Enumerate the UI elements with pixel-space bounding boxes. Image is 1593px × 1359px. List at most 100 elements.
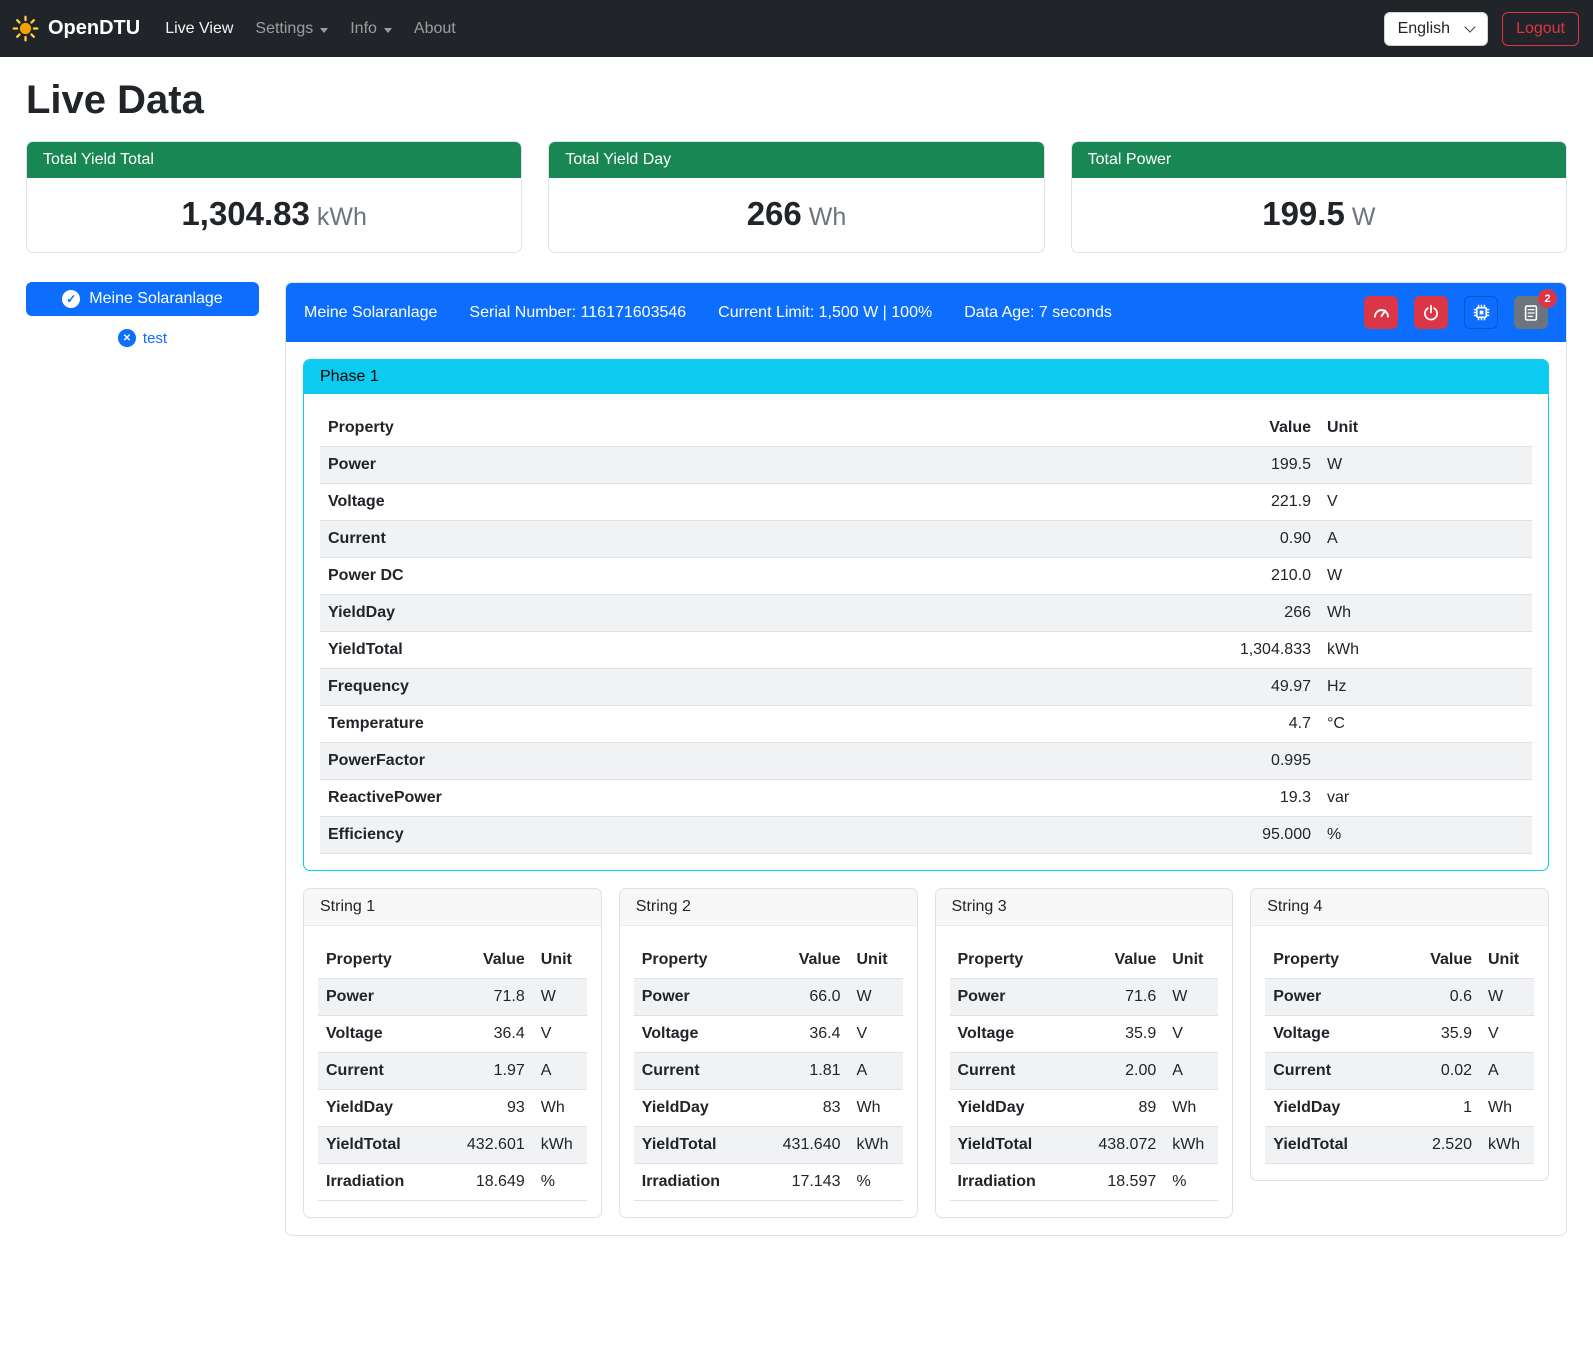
inverter-test-label: test: [143, 330, 167, 347]
string-3-table-body: Power 71.6 W Voltage 35.9: [950, 979, 1219, 1201]
property-cell: Irradiation: [950, 1164, 1079, 1201]
unit-cell: Wh: [1319, 595, 1532, 632]
property-cell: Current: [320, 521, 1169, 558]
table-header-row: Property Value Unit: [950, 942, 1219, 979]
property-cell: Power: [318, 979, 447, 1016]
value-cell: 0.995: [1169, 743, 1319, 780]
property-cell: YieldDay: [634, 1090, 763, 1127]
property-cell: Efficiency: [320, 817, 1169, 854]
chevron-down-icon: [1464, 21, 1475, 32]
summary-card-unit: kWh: [317, 203, 367, 231]
summary-card-unit: Wh: [809, 203, 847, 231]
unit-cell: %: [533, 1164, 587, 1201]
column-header-unit: Unit: [1319, 410, 1532, 447]
caret-down-icon: [384, 28, 392, 33]
string-card-title: String 2: [620, 889, 917, 926]
string-1-table-body: Power 71.8 W Voltage 36.4: [318, 979, 587, 1201]
column-header-property: Property: [634, 942, 763, 979]
nav-live-view[interactable]: Live View: [154, 12, 244, 46]
value-cell: 1.97: [447, 1053, 533, 1090]
value-cell: 49.97: [1169, 669, 1319, 706]
journal-icon: [1522, 304, 1540, 322]
table-header-row: Property Value Unit: [1265, 942, 1534, 979]
inverter-item-test[interactable]: ✕ test: [26, 329, 259, 347]
property-cell: Power: [950, 979, 1079, 1016]
table-row: PowerFactor 0.995: [320, 743, 1532, 780]
summary-card-value: 1,304.83: [181, 195, 309, 232]
nav-info[interactable]: Info: [339, 12, 403, 46]
gauge-icon: [1372, 303, 1391, 322]
table-row: Voltage 36.4 V: [318, 1016, 587, 1053]
table-row: Irradiation 17.143 %: [634, 1164, 903, 1201]
value-cell: 0.6: [1394, 979, 1480, 1016]
column-header-property: Property: [1265, 942, 1394, 979]
unit-cell: V: [1319, 484, 1532, 521]
value-cell: 36.4: [447, 1016, 533, 1053]
table-header-row: Property Value Unit: [318, 942, 587, 979]
string-4-table-body: Power 0.6 W Voltage 35.9: [1265, 979, 1534, 1164]
property-cell: YieldTotal: [1265, 1127, 1394, 1164]
power-button[interactable]: [1414, 296, 1448, 329]
inverter-select-button[interactable]: ✓ Meine Solaranlage: [26, 282, 259, 316]
unit-cell: W: [849, 979, 903, 1016]
limit-settings-button[interactable]: [1364, 296, 1398, 329]
brand-link[interactable]: OpenDTU: [12, 15, 140, 42]
inverter-panel-header: Meine Solaranlage Serial Number: 1161716…: [286, 283, 1566, 342]
value-cell: 36.4: [763, 1016, 849, 1053]
check-circle-icon: ✓: [62, 290, 80, 308]
event-count-badge: 2: [1538, 289, 1557, 308]
value-cell: 266: [1169, 595, 1319, 632]
unit-cell: W: [1164, 979, 1218, 1016]
property-cell: Current: [1265, 1053, 1394, 1090]
event-log-button[interactable]: 2: [1514, 296, 1548, 329]
column-header-unit: Unit: [849, 942, 903, 979]
unit-cell: [1319, 743, 1532, 780]
property-cell: Irradiation: [634, 1164, 763, 1201]
property-cell: Frequency: [320, 669, 1169, 706]
string-card-1: String 1 Property Value Unit: [303, 888, 602, 1218]
unit-cell: V: [1480, 1016, 1534, 1053]
inverter-select-label: Meine Solaranlage: [89, 290, 222, 308]
inverter-actions: 2: [1364, 296, 1548, 329]
value-cell: 18.649: [447, 1164, 533, 1201]
table-row: Frequency 49.97 Hz: [320, 669, 1532, 706]
x-circle-icon: ✕: [118, 329, 136, 347]
unit-cell: A: [533, 1053, 587, 1090]
value-cell: 1.81: [763, 1053, 849, 1090]
summary-card-unit: W: [1352, 203, 1376, 231]
table-row: YieldTotal 2.520 kWh: [1265, 1127, 1534, 1164]
nav-about[interactable]: About: [403, 12, 467, 46]
language-select[interactable]: English: [1384, 12, 1488, 46]
property-cell: Current: [318, 1053, 447, 1090]
table-row: Power 71.8 W: [318, 979, 587, 1016]
value-cell: 2.00: [1078, 1053, 1164, 1090]
table-row: Power 66.0 W: [634, 979, 903, 1016]
table-row: Current 1.97 A: [318, 1053, 587, 1090]
table-row: Power 71.6 W: [950, 979, 1219, 1016]
property-cell: Power DC: [320, 558, 1169, 595]
value-cell: 19.3: [1169, 780, 1319, 817]
sun-icon: [12, 15, 39, 42]
string-4-table: Property Value Unit: [1265, 942, 1534, 1164]
value-cell: 93: [447, 1090, 533, 1127]
table-row: Voltage 36.4 V: [634, 1016, 903, 1053]
value-cell: 18.597: [1078, 1164, 1164, 1201]
logout-button[interactable]: Logout: [1502, 12, 1579, 46]
phase-card: Phase 1 Property Value Unit: [303, 359, 1549, 871]
unit-cell: %: [1319, 817, 1532, 854]
nav-settings[interactable]: Settings: [244, 12, 339, 46]
value-cell: 35.9: [1394, 1016, 1480, 1053]
value-cell: 1,304.833: [1169, 632, 1319, 669]
string-2-table-body: Power 66.0 W Voltage 36.4: [634, 979, 903, 1201]
page-title: Live Data: [26, 78, 1567, 123]
value-cell: 89: [1078, 1090, 1164, 1127]
property-cell: YieldDay: [1265, 1090, 1394, 1127]
device-info-button[interactable]: [1464, 296, 1498, 329]
column-header-property: Property: [950, 942, 1079, 979]
table-row: Current 0.90 A: [320, 521, 1532, 558]
inverter-limit: Current Limit: 1,500 W | 100%: [718, 304, 932, 322]
string-card-2: String 2 Property Value Unit: [619, 888, 918, 1218]
table-row: YieldTotal 431.640 kWh: [634, 1127, 903, 1164]
property-cell: YieldTotal: [950, 1127, 1079, 1164]
value-cell: 221.9: [1169, 484, 1319, 521]
